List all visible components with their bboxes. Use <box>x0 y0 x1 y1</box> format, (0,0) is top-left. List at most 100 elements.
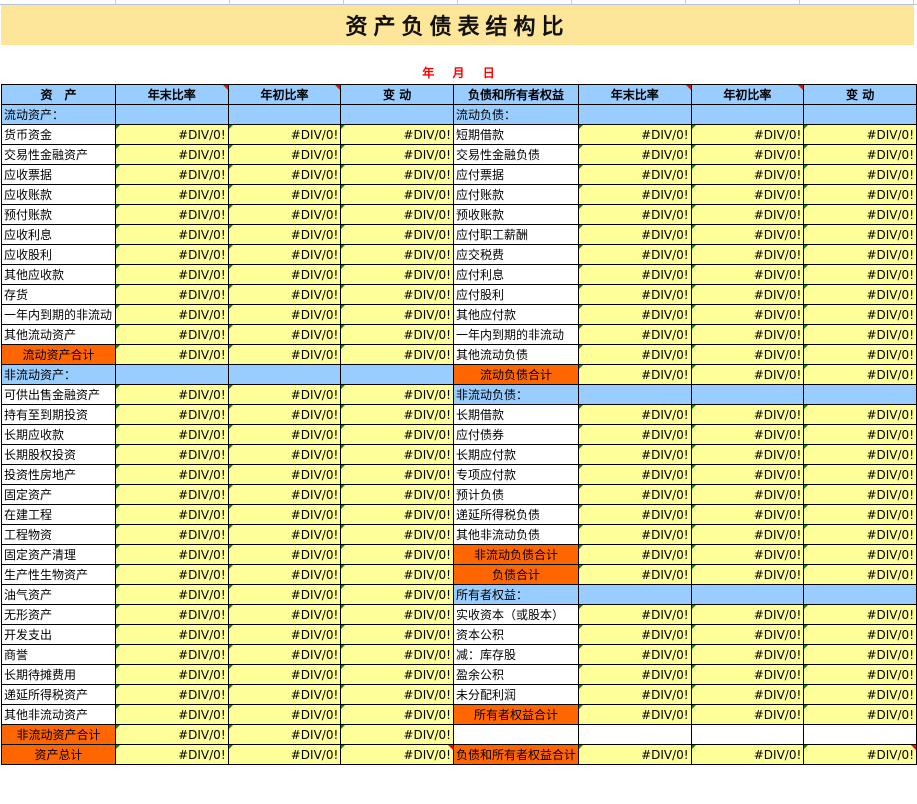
left-year-begin-ratio-cell[interactable]: #DIV/0! <box>227 164 342 185</box>
right-change-cell[interactable]: #DIV/0! <box>803 444 917 465</box>
right-change-cell[interactable]: #DIV/0! <box>803 624 917 645</box>
left-year-end-ratio-cell[interactable]: #DIV/0! <box>114 524 229 545</box>
liability-label-cell[interactable]: 盈余公积 <box>452 664 579 685</box>
right-year-begin-ratio-cell[interactable]: #DIV/0! <box>690 284 805 305</box>
right-change-cell[interactable]: #DIV/0! <box>803 364 917 385</box>
asset-label-cell[interactable]: 长期股权投资 <box>1 444 116 465</box>
liability-label-cell[interactable]: 应交税费 <box>452 244 579 265</box>
right-change-cell[interactable]: #DIV/0! <box>803 684 917 705</box>
right-year-end-ratio-cell[interactable]: #DIV/0! <box>577 264 692 285</box>
asset-label-cell[interactable]: 投资性房地产 <box>1 464 116 485</box>
left-change-cell[interactable]: #DIV/0! <box>340 744 454 765</box>
asset-label-cell[interactable]: 一年内到期的非流动 <box>1 304 116 325</box>
left-change-cell[interactable]: #DIV/0! <box>340 144 454 165</box>
right-year-end-ratio-cell[interactable]: #DIV/0! <box>577 124 692 145</box>
right-year-end-ratio-cell[interactable]: #DIV/0! <box>577 664 692 685</box>
left-year-end-ratio-cell[interactable]: #DIV/0! <box>114 424 229 445</box>
right-year-end-ratio-cell[interactable]: #DIV/0! <box>577 404 692 425</box>
header-assets[interactable]: 资 产 <box>1 84 116 105</box>
right-change-cell[interactable]: #DIV/0! <box>803 604 917 625</box>
liability-label-cell[interactable]: 预计负债 <box>452 484 579 505</box>
left-year-end-ratio-cell[interactable]: #DIV/0! <box>114 284 229 305</box>
asset-label-cell[interactable]: 应收利息 <box>1 224 116 245</box>
right-year-end-ratio-cell[interactable]: #DIV/0! <box>577 624 692 645</box>
left-change-cell[interactable]: #DIV/0! <box>340 324 454 345</box>
right-year-begin-ratio-cell[interactable]: #DIV/0! <box>690 144 805 165</box>
left-year-end-ratio-cell[interactable]: #DIV/0! <box>114 504 229 525</box>
right-year-begin-ratio-cell[interactable]: #DIV/0! <box>690 544 805 565</box>
left-change-cell[interactable]: #DIV/0! <box>340 724 454 745</box>
liability-label-cell[interactable]: 专项应付款 <box>452 464 579 485</box>
left-year-begin-ratio-cell[interactable]: #DIV/0! <box>227 624 342 645</box>
liability-label-cell[interactable]: 所有者权益合计 <box>452 704 579 725</box>
left-year-end-ratio-cell[interactable]: #DIV/0! <box>114 204 229 225</box>
liability-label-cell[interactable]: 未分配利润 <box>452 684 579 705</box>
right-year-begin-ratio-cell[interactable]: #DIV/0! <box>690 644 805 665</box>
right-year-end-ratio-cell[interactable]: #DIV/0! <box>577 444 692 465</box>
liability-label-cell[interactable]: 应付债券 <box>452 424 579 445</box>
right-year-begin-ratio-cell[interactable]: #DIV/0! <box>690 244 805 265</box>
right-year-end-ratio-cell[interactable]: #DIV/0! <box>577 524 692 545</box>
right-year-end-ratio-cell[interactable]: #DIV/0! <box>577 224 692 245</box>
liability-label-cell[interactable]: 其他流动负债 <box>452 344 579 365</box>
asset-label-cell[interactable]: 无形资产 <box>1 604 116 625</box>
right-change-cell[interactable]: #DIV/0! <box>803 144 917 165</box>
asset-label-cell[interactable]: 其他非流动资产 <box>1 704 116 725</box>
left-year-begin-ratio-cell[interactable]: #DIV/0! <box>227 204 342 225</box>
right-year-end-ratio-cell[interactable]: #DIV/0! <box>577 204 692 225</box>
left-year-begin-ratio-cell[interactable]: #DIV/0! <box>227 704 342 725</box>
left-change-cell[interactable]: #DIV/0! <box>340 704 454 725</box>
right-year-begin-ratio-cell[interactable] <box>690 724 805 745</box>
left-year-begin-ratio-cell[interactable]: #DIV/0! <box>227 684 342 705</box>
right-year-begin-ratio-cell[interactable]: #DIV/0! <box>690 704 805 725</box>
right-change-cell[interactable]: #DIV/0! <box>803 344 917 365</box>
left-year-end-ratio-cell[interactable]: #DIV/0! <box>114 624 229 645</box>
left-change-cell[interactable]: #DIV/0! <box>340 584 454 605</box>
left-year-begin-ratio-cell[interactable]: #DIV/0! <box>227 264 342 285</box>
left-year-end-ratio-cell[interactable]: #DIV/0! <box>114 264 229 285</box>
liability-label-cell[interactable]: 应付职工薪酬 <box>452 224 579 245</box>
left-year-begin-ratio-cell[interactable]: #DIV/0! <box>227 424 342 445</box>
right-year-begin-ratio-cell[interactable] <box>690 384 805 405</box>
right-year-begin-ratio-cell[interactable]: #DIV/0! <box>690 424 805 445</box>
right-year-begin-ratio-cell[interactable]: #DIV/0! <box>690 224 805 245</box>
right-change-cell[interactable]: #DIV/0! <box>803 124 917 145</box>
asset-label-cell[interactable]: 流动资产： <box>1 104 116 125</box>
right-year-begin-ratio-cell[interactable]: #DIV/0! <box>690 604 805 625</box>
left-year-begin-ratio-cell[interactable]: #DIV/0! <box>227 724 342 745</box>
header-year-begin-ratio[interactable]: 年初比率 <box>690 84 805 105</box>
right-year-begin-ratio-cell[interactable]: #DIV/0! <box>690 524 805 545</box>
asset-label-cell[interactable]: 生产性生物资产 <box>1 564 116 585</box>
right-year-end-ratio-cell[interactable]: #DIV/0! <box>577 364 692 385</box>
asset-label-cell[interactable]: 长期待摊费用 <box>1 664 116 685</box>
liability-label-cell[interactable]: 实收资本（或股本） <box>452 604 579 625</box>
left-year-begin-ratio-cell[interactable]: #DIV/0! <box>227 304 342 325</box>
asset-label-cell[interactable]: 商誉 <box>1 644 116 665</box>
right-change-cell[interactable] <box>803 724 917 745</box>
liability-label-cell[interactable]: 其他非流动负债 <box>452 524 579 545</box>
liability-label-cell[interactable]: 递延所得税负债 <box>452 504 579 525</box>
right-year-begin-ratio-cell[interactable]: #DIV/0! <box>690 684 805 705</box>
asset-label-cell[interactable]: 存货 <box>1 284 116 305</box>
header-year-end-ratio[interactable]: 年末比率 <box>577 84 692 105</box>
asset-label-cell[interactable]: 油气资产 <box>1 584 116 605</box>
liability-label-cell[interactable]: 非流动负债： <box>452 384 579 405</box>
liability-label-cell[interactable]: 应付股利 <box>452 284 579 305</box>
left-year-begin-ratio-cell[interactable]: #DIV/0! <box>227 504 342 525</box>
left-change-cell[interactable]: #DIV/0! <box>340 224 454 245</box>
right-year-end-ratio-cell[interactable]: #DIV/0! <box>577 704 692 725</box>
right-year-end-ratio-cell[interactable]: #DIV/0! <box>577 324 692 345</box>
right-year-end-ratio-cell[interactable] <box>577 584 692 605</box>
right-year-begin-ratio-cell[interactable]: #DIV/0! <box>690 744 805 765</box>
asset-label-cell[interactable]: 递延所得税资产 <box>1 684 116 705</box>
right-change-cell[interactable]: #DIV/0! <box>803 324 917 345</box>
right-change-cell[interactable] <box>803 104 917 125</box>
left-year-begin-ratio-cell[interactable]: #DIV/0! <box>227 524 342 545</box>
left-change-cell[interactable]: #DIV/0! <box>340 204 454 225</box>
left-year-end-ratio-cell[interactable]: #DIV/0! <box>114 164 229 185</box>
header-liabilities-equity[interactable]: 负债和所有者权益 <box>452 84 579 105</box>
left-year-begin-ratio-cell[interactable]: #DIV/0! <box>227 604 342 625</box>
right-year-begin-ratio-cell[interactable]: #DIV/0! <box>690 344 805 365</box>
right-change-cell[interactable]: #DIV/0! <box>803 244 917 265</box>
liability-label-cell[interactable]: 其他应付款 <box>452 304 579 325</box>
